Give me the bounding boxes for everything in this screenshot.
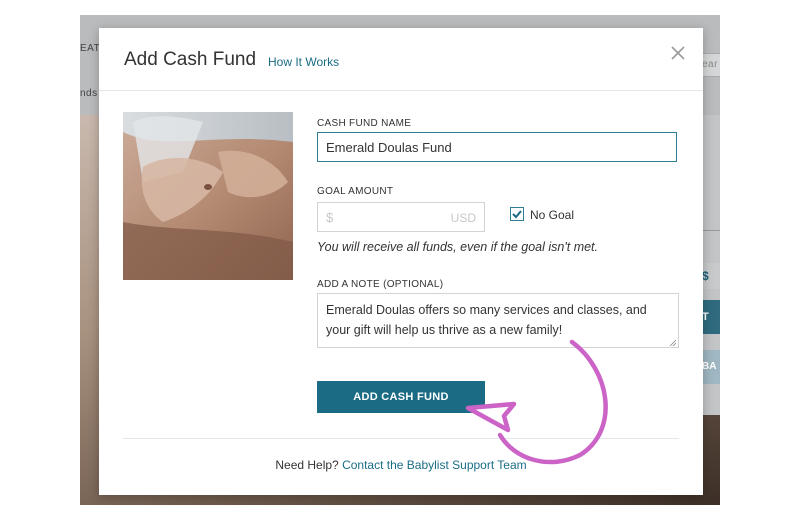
- goal-amount-label: GOAL AMOUNT: [317, 186, 394, 197]
- modal-title: Add Cash Fund: [124, 49, 257, 70]
- checkmark-icon: [512, 210, 522, 219]
- help-line: Need Help? Contact the Babylist Support …: [99, 458, 703, 472]
- how-it-works-link[interactable]: How It Works: [268, 55, 339, 69]
- background-divider: [700, 230, 720, 231]
- no-goal-label[interactable]: No Goal: [530, 208, 574, 222]
- add-cash-fund-modal: Add Cash Fund How It Works CASH FUND NAM…: [99, 28, 703, 495]
- resize-handle-icon[interactable]: [669, 339, 676, 346]
- close-icon[interactable]: [667, 42, 689, 64]
- background-button-2: BA: [702, 350, 720, 384]
- background-button: T: [702, 300, 720, 334]
- background-nav-text-2: nds: [80, 88, 98, 99]
- support-link[interactable]: Contact the Babylist Support Team: [342, 458, 527, 472]
- currency-code: USD: [450, 211, 476, 225]
- note-label: ADD A NOTE (OPTIONAL): [317, 279, 444, 290]
- fund-photo: [123, 112, 293, 280]
- note-textarea[interactable]: Emerald Doulas offers so many services a…: [317, 293, 679, 348]
- background-nav-text: EAT: [80, 43, 101, 54]
- goal-amount-field[interactable]: $ USD: [317, 202, 485, 232]
- modal-header: Add Cash Fund How It Works: [99, 28, 703, 91]
- no-goal-checkbox[interactable]: [510, 207, 524, 221]
- goal-hint-text: You will receive all funds, even if the …: [317, 240, 599, 254]
- footer-divider: [123, 438, 679, 439]
- background-dollar: $: [702, 263, 720, 289]
- add-cash-fund-button[interactable]: ADD CASH FUND: [317, 381, 485, 413]
- cash-fund-name-label: CASH FUND NAME: [317, 118, 412, 129]
- help-prefix: Need Help?: [275, 458, 339, 472]
- cash-fund-name-input[interactable]: [317, 132, 677, 162]
